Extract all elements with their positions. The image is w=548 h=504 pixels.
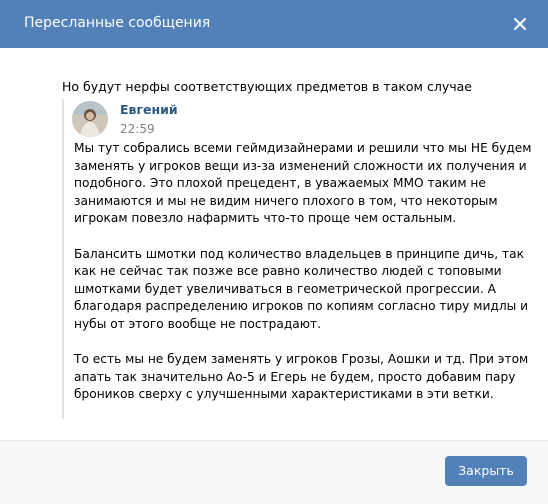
forwarded-paragraph: Мы тут собрались всеми геймдизайнерами и… xyxy=(74,141,532,226)
dialog-header: Пересланные сообщения xyxy=(0,0,548,48)
forwarded-paragraph: То есть мы не будем заменять у игроков Г… xyxy=(74,352,529,402)
forwarded-author-name[interactable]: Евгений xyxy=(120,102,178,118)
forwarded-paragraph: Балансить шмотки под количество владельц… xyxy=(74,246,529,331)
message-text: Но будут нерфы соответствующих предметов… xyxy=(62,79,472,94)
forward-quote-bar xyxy=(62,99,64,419)
forwarded-messages-dialog: Пересланные сообщения Но будут нерфы соо… xyxy=(0,0,548,504)
close-icon[interactable] xyxy=(508,12,532,36)
dialog-footer: Закрыть xyxy=(0,440,548,504)
close-button[interactable]: Закрыть xyxy=(445,456,527,486)
dialog-content: Но будут нерфы соответствующих предметов… xyxy=(0,48,548,440)
avatar[interactable] xyxy=(72,101,108,137)
forwarded-timestamp: 22:59 xyxy=(120,122,155,136)
forwarded-message-body: Мы тут собрались всеми геймдизайнерами и… xyxy=(74,140,532,404)
dialog-title: Пересланные сообщения xyxy=(24,15,211,31)
